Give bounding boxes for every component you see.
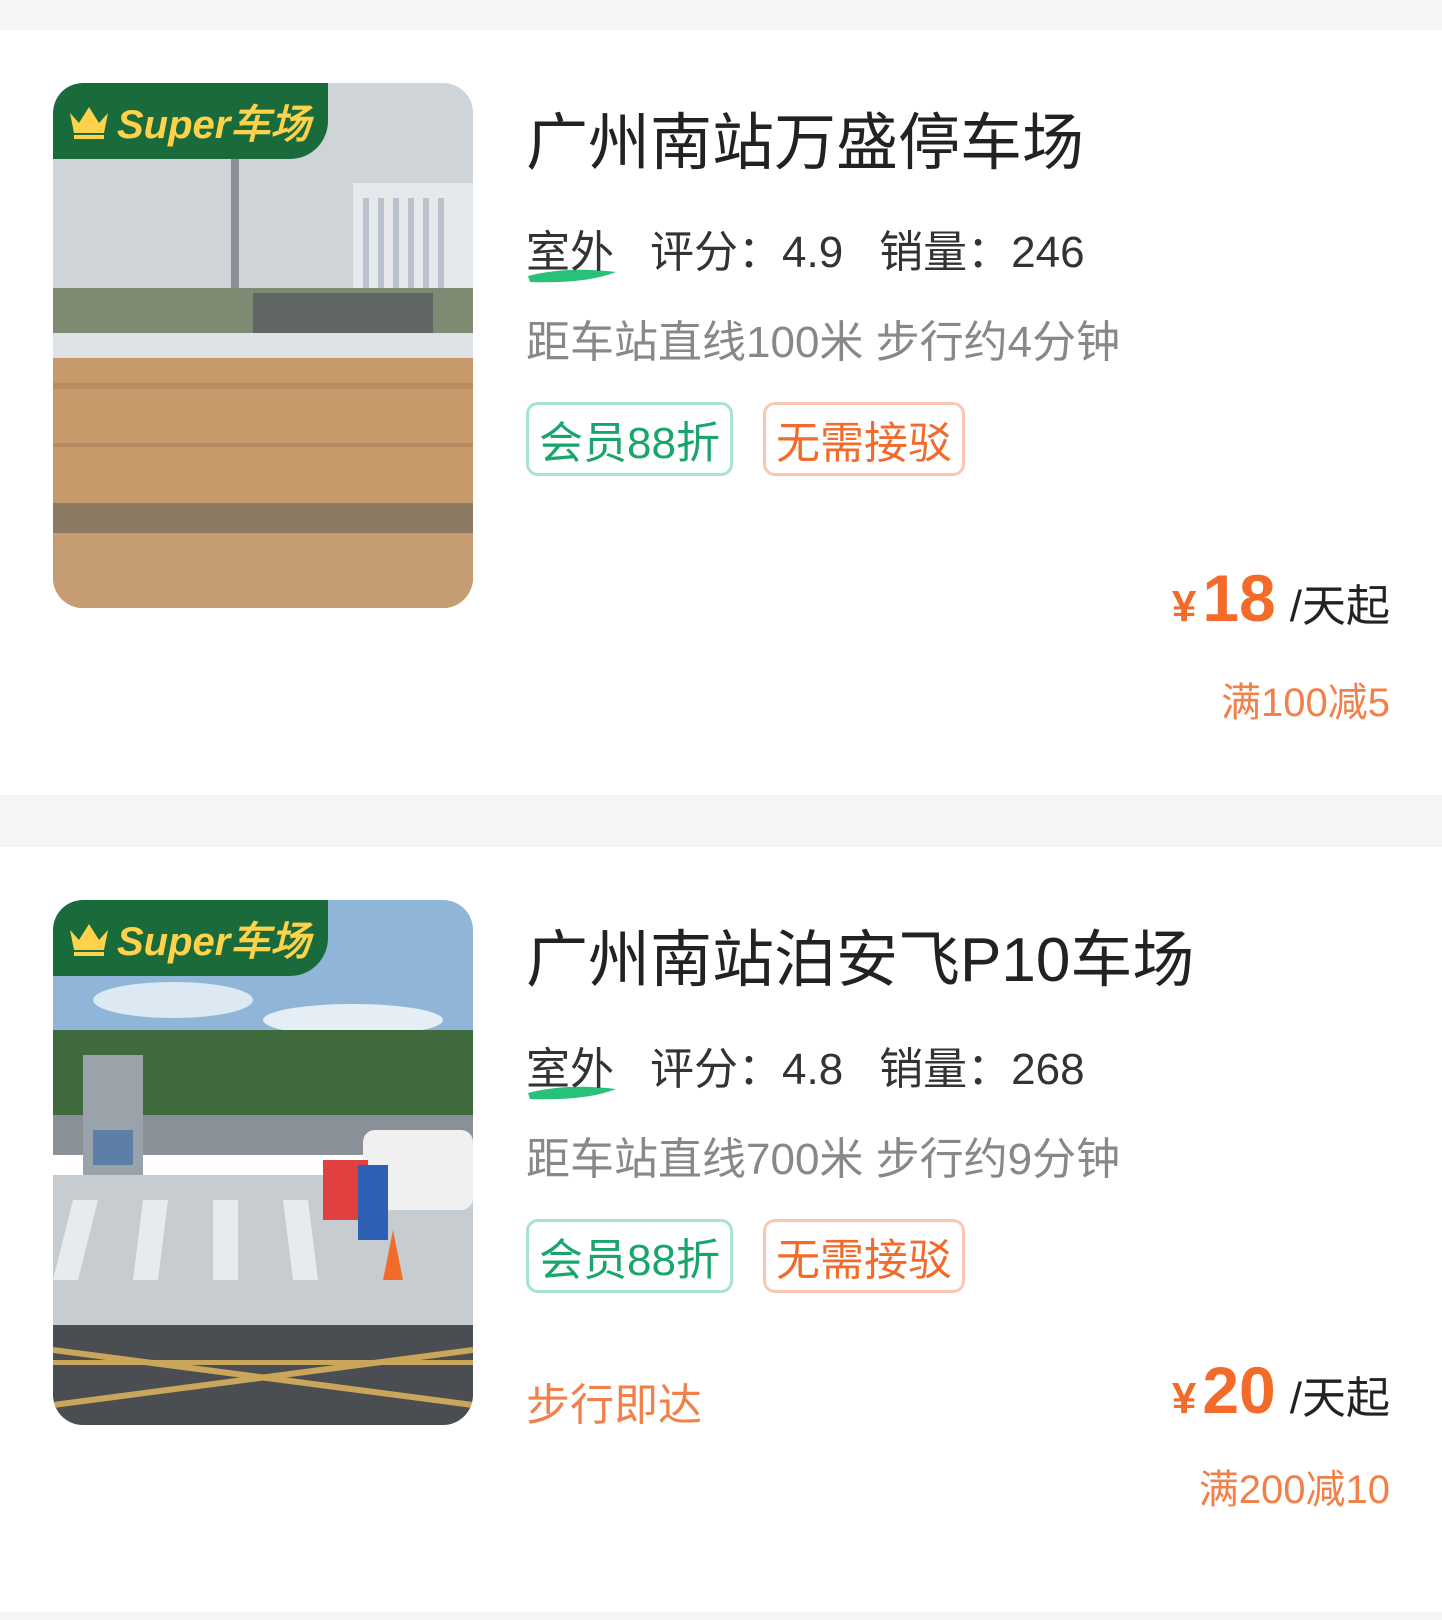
no-shuttle-tag: 无需接驳: [762, 1219, 965, 1293]
distance-text: 距车站直线100米 步行约4分钟: [526, 318, 1121, 367]
sales-text: 销量：246: [879, 228, 1085, 277]
member-discount-tag: 会员88折: [526, 402, 733, 476]
parking-card[interactable]: Super车场 广州南站万盛停车场 室外 评分：4.9 销量：246 距车站直线…: [0, 30, 1442, 795]
no-shuttle-tag: 无需接驳: [762, 402, 965, 476]
crown-icon: [70, 107, 108, 139]
tag-list: 会员88折 无需接驳: [526, 402, 995, 476]
promo-text: 满100减5: [1221, 681, 1390, 725]
parking-photo: Super车场: [53, 83, 473, 608]
price: ¥ 18 /天起: [1172, 560, 1390, 636]
distance-text: 距车站直线700米 步行约9分钟: [526, 1135, 1121, 1184]
price: ¥ 20 /天起: [1172, 1352, 1390, 1428]
gate-lot-photo: [53, 900, 473, 1425]
price-value: 20: [1202, 1353, 1276, 1427]
parking-meta: 室外 评分：4.9 销量：246: [526, 216, 1085, 283]
lot-type: 室外: [526, 1033, 616, 1100]
parking-name[interactable]: 广州南站泊安飞P10车场: [526, 909, 1194, 999]
crown-icon: [70, 924, 108, 956]
rating-text: 评分：4.8: [650, 1045, 844, 1094]
price-unit: /天起: [1289, 1374, 1390, 1423]
member-discount-tag: 会员88折: [526, 1219, 733, 1293]
sales-text: 销量：268: [879, 1045, 1085, 1094]
walk-note: 步行即达: [526, 1381, 702, 1430]
lot-type: 室外: [526, 216, 616, 283]
super-lot-badge: Super车场: [53, 900, 328, 976]
badge-label: Super车场: [117, 103, 311, 147]
parking-photo: Super车场: [53, 900, 473, 1425]
parking-meta: 室外 评分：4.8 销量：268: [526, 1033, 1085, 1100]
currency-symbol: ¥: [1171, 1374, 1197, 1423]
parking-name[interactable]: 广州南站万盛停车场: [526, 92, 1084, 182]
tag-list: 会员88折 无需接驳: [526, 1219, 995, 1293]
rating-text: 评分：4.9: [650, 228, 844, 277]
super-lot-badge: Super车场: [53, 83, 328, 159]
price-value: 18: [1202, 561, 1276, 635]
badge-label: Super车场: [117, 920, 311, 964]
currency-symbol: ¥: [1171, 582, 1197, 631]
parking-card[interactable]: Super车场 广州南站泊安飞P10车场 室外 评分：4.8 销量：268 距车…: [0, 847, 1442, 1612]
price-unit: /天起: [1289, 582, 1390, 631]
outdoor-lot-photo: [53, 83, 473, 608]
promo-text: 满200减10: [1198, 1468, 1390, 1512]
